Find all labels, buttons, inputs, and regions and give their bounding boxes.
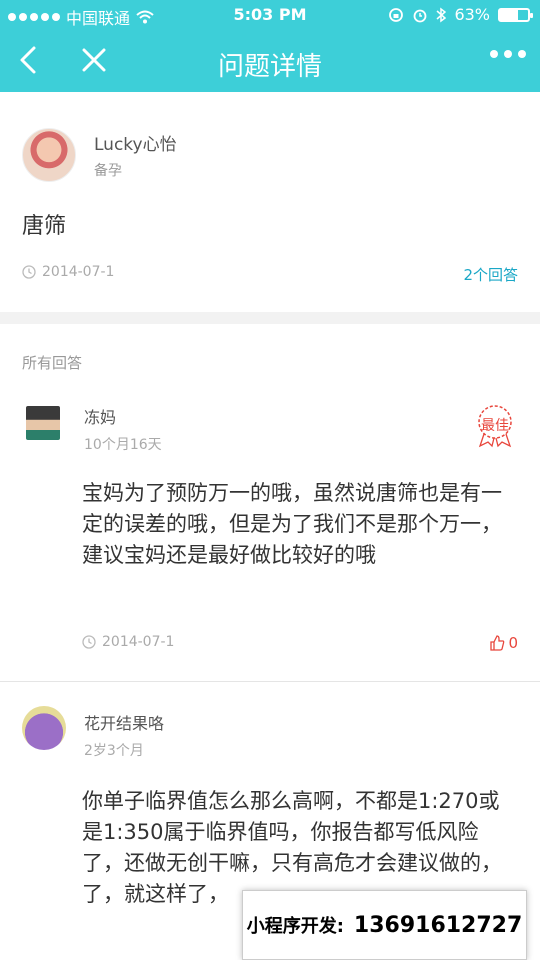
answer-item: 冻妈 10个月16天 最佳 宝妈为了预防万一的哦，虽然说唐筛也是有一定的误差的哦…	[0, 392, 540, 682]
page-title: 问题详情	[217, 52, 322, 82]
answer-user-age: 2岁3个月	[84, 743, 144, 759]
best-answer-badge: 最佳	[472, 402, 518, 448]
question-user-tag: 备孕	[94, 163, 122, 179]
question-date-text: 2014-07-1	[42, 264, 115, 280]
question-user-name[interactable]: Lucky心怡	[94, 130, 177, 155]
section-divider	[0, 312, 540, 324]
battery-icon	[498, 7, 533, 22]
question-card: Lucky心怡 备孕 唐筛 2014-07-1 2个回答	[0, 92, 540, 312]
navigation-bar: 问题详情	[0, 30, 540, 92]
promo-banner[interactable]: 小程序开发: 13691612727	[242, 890, 527, 960]
answer-user-name[interactable]: 花开结果咯	[84, 710, 164, 734]
battery-percent: 63%	[454, 5, 490, 24]
like-button[interactable]: 0	[489, 634, 518, 652]
answer-count-link[interactable]: 2个回答	[463, 264, 518, 285]
avatar[interactable]	[26, 406, 60, 440]
more-button[interactable]	[490, 50, 526, 58]
answer-body: 宝妈为了预防万一的哦，虽然说唐筛也是有一定的误差的哦，但是为了我们不是那个万一，…	[82, 481, 502, 567]
like-count: 0	[508, 634, 518, 652]
promo-label: 小程序开发:	[246, 916, 344, 937]
status-bar: 中国联通 5:03 PM 63%	[0, 0, 540, 30]
answer-date-text: 2014-07-1	[102, 634, 175, 650]
bluetooth-icon	[436, 7, 447, 22]
more-dots-icon	[490, 50, 498, 58]
answer-user-name[interactable]: 冻妈	[84, 404, 116, 428]
avatar[interactable]	[22, 706, 66, 750]
promo-phone: 13691612727	[353, 912, 523, 938]
alarm-icon	[414, 9, 427, 22]
answer-date: 2014-07-1	[82, 634, 174, 650]
thumbs-up-icon	[490, 635, 505, 651]
answer-user-age: 10个月16天	[84, 437, 162, 453]
all-answers-label: 所有回答	[22, 354, 83, 372]
best-badge-label: 最佳	[481, 418, 509, 434]
clock-icon	[22, 265, 36, 279]
question-date: 2014-07-1	[22, 264, 114, 280]
question-title: 唐筛	[22, 214, 67, 239]
clock-icon	[82, 635, 96, 649]
rotation-lock-icon	[389, 7, 404, 22]
avatar[interactable]	[22, 128, 76, 182]
